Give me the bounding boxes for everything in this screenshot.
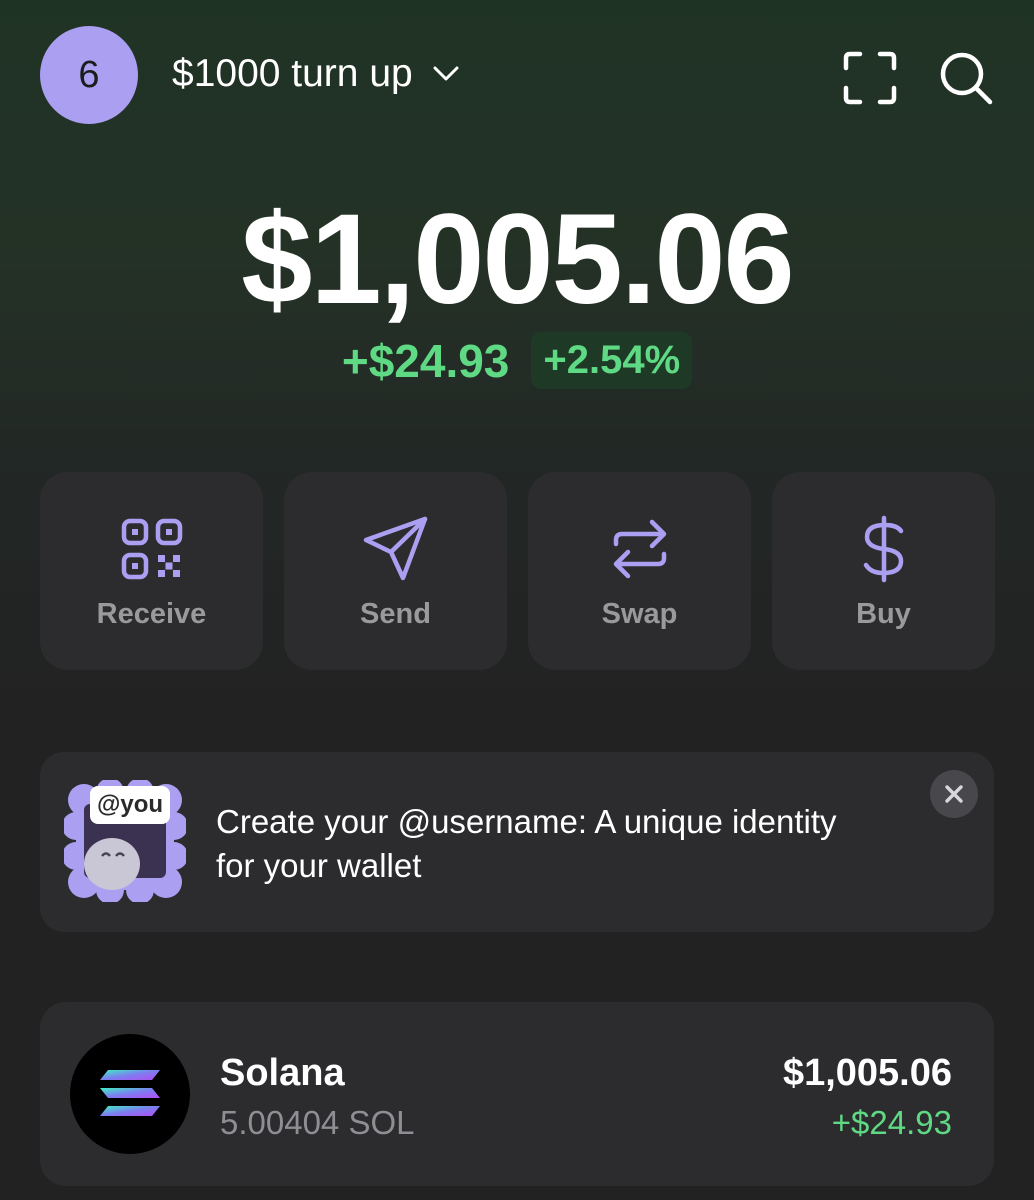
close-button[interactable] [930, 770, 978, 818]
receive-button[interactable]: Receive [40, 472, 263, 670]
qr-code-icon [117, 514, 187, 584]
dollar-icon [849, 514, 919, 584]
balance-change-row: +$24.93 +2.54% [0, 332, 1034, 389]
buy-label: Buy [856, 598, 911, 630]
send-button[interactable]: Send [284, 472, 507, 670]
buy-button[interactable]: Buy [772, 472, 995, 670]
receive-label: Receive [96, 598, 207, 630]
account-avatar[interactable]: 6 [40, 26, 138, 124]
username-promo-card[interactable]: @you Create your @username: A unique ide… [40, 752, 994, 932]
promo-text: Create your @username: A unique identity… [216, 803, 837, 884]
send-label: Send [360, 598, 431, 630]
balance-change-percent: +2.54% [531, 332, 693, 389]
token-amount: 5.00404 SOL [220, 1104, 415, 1141]
solana-logo-icon [70, 1034, 190, 1154]
wallet-name-label: $1000 turn up [172, 52, 413, 95]
username-illustration: @you [62, 778, 188, 904]
total-balance: $1,005.06 [241, 188, 794, 331]
action-buttons: Receive Send Swap Buy [40, 472, 995, 670]
chevron-down-icon [431, 59, 461, 89]
scan-icon[interactable] [842, 50, 898, 106]
search-icon[interactable] [938, 50, 994, 106]
token-name: Solana [220, 1052, 345, 1094]
wallet-selector[interactable]: $1000 turn up [172, 52, 461, 96]
token-change: +$24.93 [831, 1104, 952, 1141]
send-icon [361, 514, 431, 584]
swap-label: Swap [601, 598, 678, 630]
balance-section: $1,005.06 +$24.93 +2.54% [0, 190, 1034, 389]
token-row-solana[interactable]: Solana 5.00404 SOL $1,005.06 +$24.93 [40, 1002, 994, 1186]
swap-icon [605, 514, 675, 584]
header: 6 $1000 turn up [40, 26, 994, 126]
username-badge: @you [96, 791, 164, 818]
swap-button[interactable]: Swap [528, 472, 751, 670]
balance-change-amount: +$24.93 [341, 334, 510, 387]
close-icon [945, 785, 963, 803]
token-value: $1,005.06 [782, 1052, 952, 1094]
